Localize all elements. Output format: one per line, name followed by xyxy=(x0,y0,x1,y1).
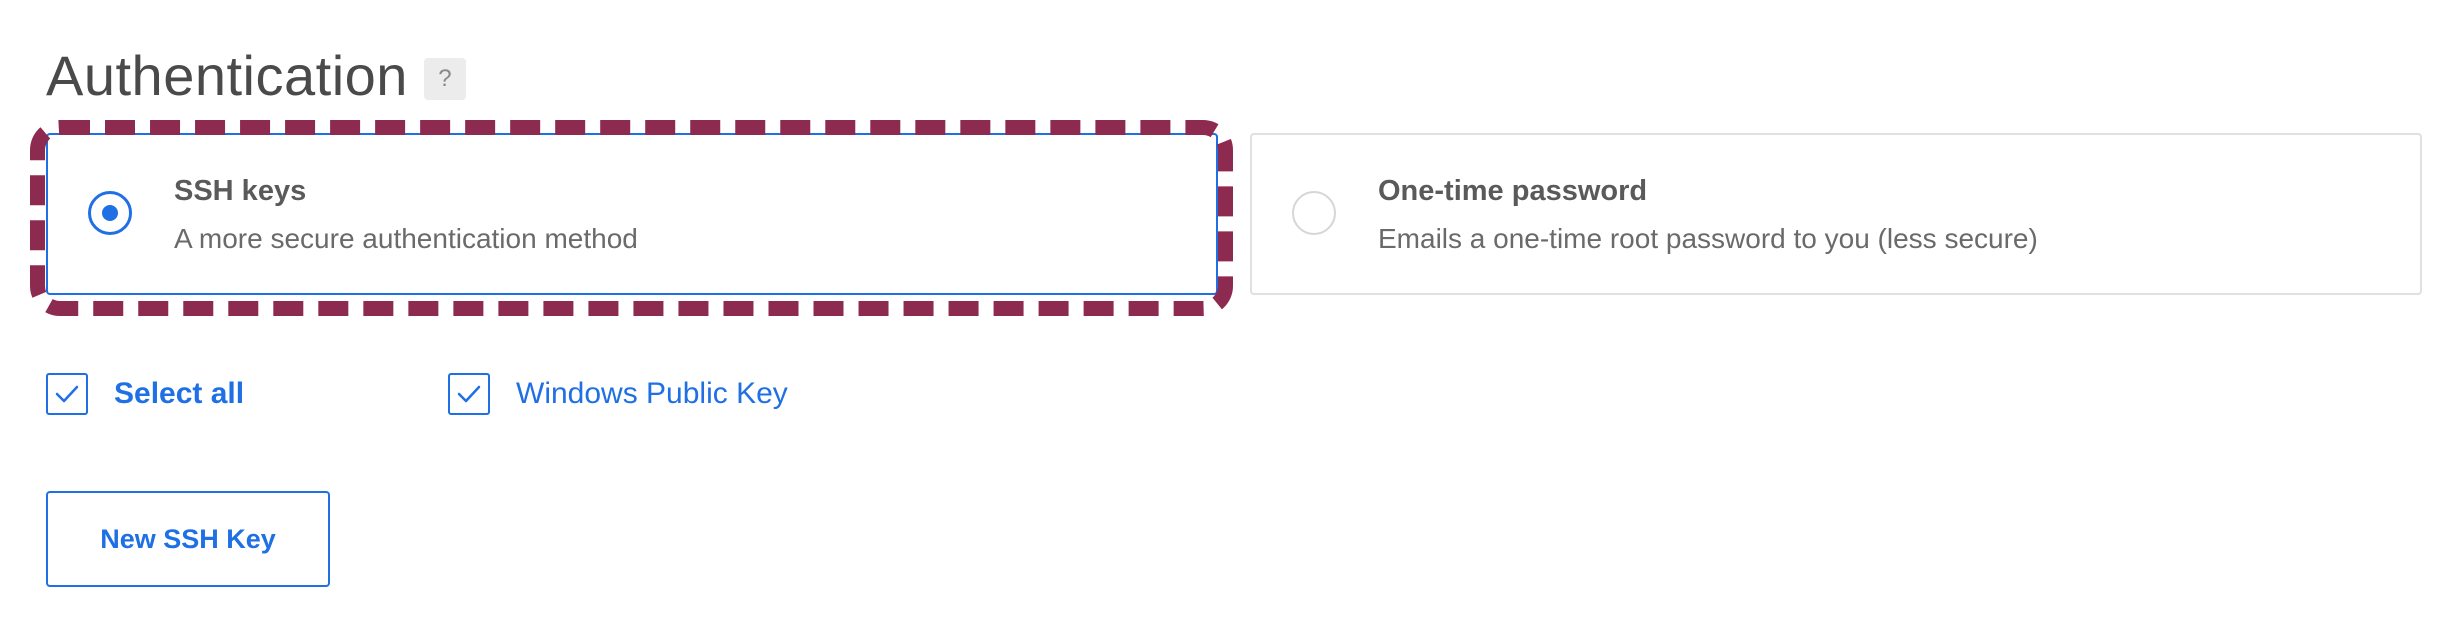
ssh-keys-description: A more secure authentication method xyxy=(174,223,638,254)
new-ssh-key-button[interactable]: New SSH Key xyxy=(46,491,330,587)
radio-selected-icon[interactable] xyxy=(88,191,132,235)
help-icon[interactable]: ? xyxy=(423,58,466,100)
radio-unselected-icon[interactable] xyxy=(1292,191,1336,235)
section-header: Authentication ? xyxy=(46,40,466,110)
checkmark-icon[interactable] xyxy=(46,373,88,415)
select-all-checkbox[interactable]: Select all xyxy=(46,371,244,417)
select-all-label[interactable]: Select all xyxy=(114,377,244,411)
one-time-password-option[interactable]: One-time password Emails a one-time root… xyxy=(1250,133,2422,295)
ssh-keys-option[interactable]: SSH keys A more secure authentication me… xyxy=(46,133,1218,295)
radio-dot xyxy=(102,205,118,221)
one-time-password-description: Emails a one-time root password to you (… xyxy=(1378,223,2038,254)
one-time-password-title: One-time password xyxy=(1378,175,1648,207)
ssh-keys-title: SSH keys xyxy=(174,175,307,207)
section-title: Authentication xyxy=(46,43,408,107)
checkmark-icon[interactable] xyxy=(448,373,490,415)
windows-public-key-checkbox[interactable]: Windows Public Key xyxy=(448,371,788,417)
windows-public-key-label[interactable]: Windows Public Key xyxy=(516,377,788,411)
